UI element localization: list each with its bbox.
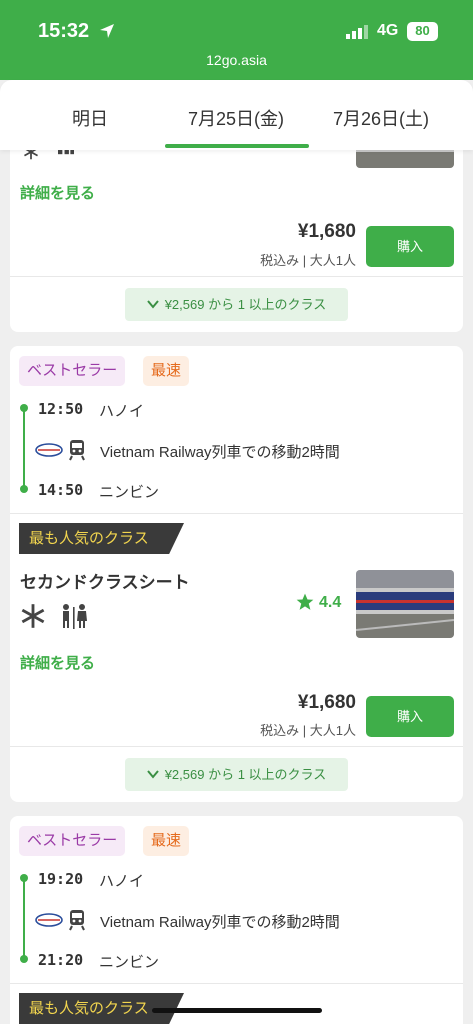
tab-tomorrow[interactable]: 明日 bbox=[40, 105, 140, 131]
fastest-badge: 最速 bbox=[143, 826, 190, 856]
divider bbox=[10, 513, 463, 514]
details-link[interactable]: 詳細を見る bbox=[20, 182, 95, 203]
divider bbox=[10, 983, 463, 984]
price-note: 税込み | 大人1人 bbox=[260, 723, 356, 738]
vietnam-railway-logo bbox=[35, 442, 63, 458]
arrival-time: 21:20 bbox=[38, 951, 84, 969]
popular-class-badge: 最も人気のクラス bbox=[19, 523, 184, 554]
network-type: 4G bbox=[377, 22, 399, 39]
bestseller-badge: ベストセラー bbox=[19, 356, 126, 386]
battery-indicator: 80 bbox=[407, 22, 438, 41]
active-tab-indicator bbox=[165, 144, 309, 148]
restroom-icon bbox=[63, 604, 88, 629]
trip-card: 詳細を見る ¥1,680 税込み | 大人1人 購入 ¥2,569 から 1 以… bbox=[10, 114, 463, 332]
route-description: Vietnam Railway列車での移動2時間 bbox=[100, 914, 340, 931]
clock: 15:32 bbox=[38, 20, 90, 42]
amenities bbox=[20, 603, 88, 634]
more-classes-label: ¥2,569 から 1 以上のクラス bbox=[164, 297, 327, 312]
train-icon bbox=[68, 439, 86, 466]
date-tabs: 明日 7月25日(金) 7月26日(土) bbox=[0, 80, 473, 150]
timeline-dot bbox=[20, 404, 28, 412]
url-label[interactable]: 12go.asia bbox=[0, 52, 473, 68]
trip-card[interactable]: ベストセラー 最速 19:20 ハノイ Vietnam Railway列車での移… bbox=[10, 816, 463, 1024]
timeline-dot bbox=[20, 874, 28, 882]
star-icon bbox=[295, 592, 315, 617]
train-photo[interactable] bbox=[356, 570, 454, 638]
snowflake-icon bbox=[21, 604, 45, 628]
tab-jul-25[interactable]: 7月25日(金) bbox=[166, 105, 306, 131]
more-classes-label: ¥2,569 から 1 以上のクラス bbox=[164, 767, 327, 782]
route-description: Vietnam Railway列車での移動2時間 bbox=[100, 444, 340, 461]
timeline-line bbox=[23, 876, 25, 960]
rating-value: 4.4 bbox=[319, 594, 342, 611]
more-classes-button[interactable]: ¥2,569 から 1 以上のクラス bbox=[125, 758, 348, 791]
departure-station: ハノイ bbox=[99, 873, 145, 890]
price: ¥1,680 bbox=[297, 221, 356, 242]
chevron-down-icon bbox=[146, 767, 165, 782]
timeline-line bbox=[23, 406, 25, 490]
departure-station: ハノイ bbox=[99, 403, 145, 420]
divider bbox=[10, 746, 463, 747]
price: ¥1,680 bbox=[297, 692, 356, 713]
arrival-time: 14:50 bbox=[38, 481, 84, 499]
signal-icon bbox=[346, 25, 370, 44]
departure-time: 12:50 bbox=[38, 400, 84, 418]
timeline-dot bbox=[20, 955, 28, 963]
timeline-dot bbox=[20, 485, 28, 493]
status-bar: 15:32 4G 80 12go.asia bbox=[0, 0, 473, 80]
location-arrow-icon bbox=[99, 23, 115, 44]
home-indicator[interactable] bbox=[152, 1008, 322, 1013]
tab-jul-26[interactable]: 7月26日(土) bbox=[322, 105, 440, 131]
vietnam-railway-logo bbox=[35, 912, 63, 928]
trip-card[interactable]: ベストセラー 最速 12:50 ハノイ Vietnam Railway列車での移… bbox=[10, 346, 463, 802]
chevron-down-icon bbox=[146, 297, 165, 312]
arrival-station: ニンビン bbox=[99, 484, 160, 501]
details-link[interactable]: 詳細を見る bbox=[20, 652, 95, 673]
departure-time: 19:20 bbox=[38, 870, 84, 888]
train-icon bbox=[68, 909, 86, 936]
divider bbox=[10, 276, 463, 277]
price-note: 税込み | 大人1人 bbox=[260, 253, 356, 268]
more-classes-button[interactable]: ¥2,569 から 1 以上のクラス bbox=[125, 288, 348, 321]
fastest-badge: 最速 bbox=[143, 356, 190, 386]
buy-button[interactable]: 購入 bbox=[366, 696, 454, 737]
arrival-station: ニンビン bbox=[99, 954, 160, 971]
bestseller-badge: ベストセラー bbox=[19, 826, 126, 856]
class-name: セカンドクラスシート bbox=[20, 573, 190, 592]
buy-button[interactable]: 購入 bbox=[366, 226, 454, 267]
